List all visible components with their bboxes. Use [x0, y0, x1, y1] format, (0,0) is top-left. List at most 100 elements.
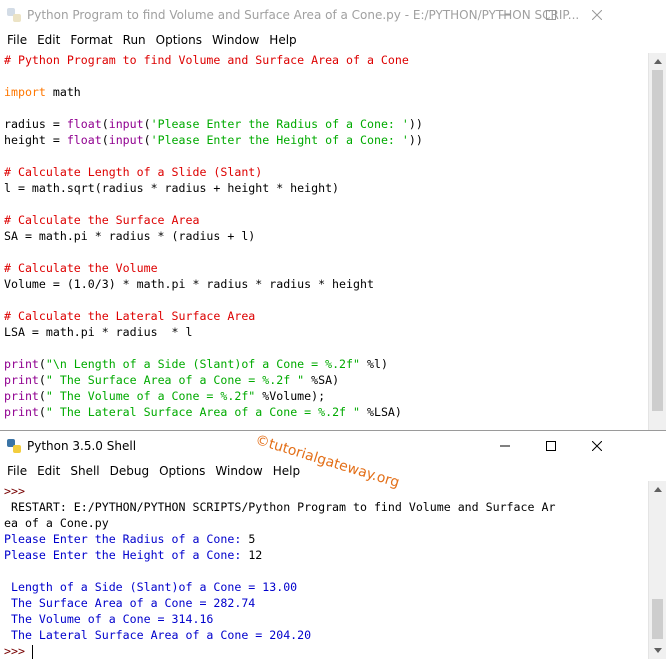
code-line: print(" The Surface Area of a Cone = %.2… — [4, 372, 339, 388]
editor-menubar: File Edit Format Run Options Window Help — [0, 30, 666, 50]
close-icon[interactable] — [574, 0, 620, 30]
code-token: Volume = (1.0/3) * math.pi * radius * ra… — [4, 277, 374, 291]
scroll-up-icon[interactable] — [649, 53, 666, 70]
menu-edit[interactable]: Edit — [32, 33, 65, 47]
code-token: SA = math.pi * radius * (radius + l) — [4, 229, 256, 243]
code-token: height = — [4, 133, 67, 147]
menu-format[interactable]: Format — [65, 33, 117, 47]
maximize-icon[interactable] — [528, 431, 574, 461]
code-token: # Calculate the Lateral Surface Area — [4, 309, 256, 323]
code-line: import math — [4, 84, 81, 100]
menu-help[interactable]: Help — [264, 33, 301, 47]
code-token: Please Enter the Height of a Cone: — [4, 548, 249, 562]
code-token: # Python Program to find Volume and Surf… — [4, 53, 409, 67]
code-token: " The Lateral Surface Area of a Cone = %… — [45, 405, 360, 419]
code-token: %SA) — [304, 373, 340, 387]
menu-window[interactable]: Window — [210, 464, 267, 478]
shell-scroll-thumb[interactable] — [652, 599, 663, 639]
menu-shell[interactable]: Shell — [65, 464, 104, 478]
code-token: print — [4, 405, 39, 419]
minimize-icon[interactable] — [482, 0, 528, 30]
code-token: print — [4, 389, 39, 403]
code-token: The Surface Area of a Cone = 282.74 — [4, 596, 256, 610]
code-line: Volume = (1.0/3) * math.pi * radius * ra… — [4, 276, 374, 292]
menu-window[interactable]: Window — [207, 33, 264, 47]
code-line: height = float(input('Please Enter the H… — [4, 132, 423, 148]
code-token: input — [108, 117, 144, 131]
code-line: >>> — [4, 643, 33, 659]
code-token: ( — [38, 389, 46, 403]
code-token: %Volume); — [255, 389, 326, 403]
scroll-up-icon[interactable] — [649, 481, 666, 498]
code-line: LSA = math.pi * radius * l — [4, 324, 192, 340]
code-token: %LSA) — [360, 405, 402, 419]
code-token: math — [45, 85, 81, 99]
code-token: RESTART: E:/PYTHON/PYTHON SCRIPTS/Python… — [4, 500, 556, 514]
code-token: Length of a Side (Slant)of a Cone = 13.0… — [4, 580, 298, 594]
editor-scroll-thumb[interactable] — [652, 70, 663, 411]
menu-help[interactable]: Help — [268, 464, 305, 478]
code-token: The Volume of a Cone = 314.16 — [4, 612, 214, 626]
shell-window-title: Python 3.5.0 Shell — [27, 439, 137, 453]
menu-file[interactable]: File — [2, 33, 32, 47]
maximize-icon[interactable] — [528, 0, 574, 30]
python-shell-icon — [7, 439, 21, 453]
code-line: RESTART: E:/PYTHON/PYTHON SCRIPTS/Python… — [4, 499, 555, 515]
code-token: )) — [408, 133, 423, 147]
code-token: ( — [143, 133, 151, 147]
code-line: The Surface Area of a Cone = 282.74 — [4, 595, 255, 611]
code-line: >>> — [4, 483, 25, 499]
shell-vertical-scrollbar[interactable] — [648, 481, 666, 659]
code-token: # Calculate Length of a Slide (Slant) — [4, 165, 263, 179]
menu-options[interactable]: Options — [151, 33, 207, 47]
editor-window: Python Program to find Volume and Surfac… — [0, 0, 666, 430]
menu-debug[interactable]: Debug — [105, 464, 154, 478]
code-line: Length of a Side (Slant)of a Cone = 13.0… — [4, 579, 297, 595]
editor-titlebar[interactable]: Python Program to find Volume and Surfac… — [0, 0, 666, 30]
editor-vertical-scrollbar[interactable] — [648, 53, 666, 430]
code-token: float — [66, 117, 102, 131]
code-token: print — [4, 357, 39, 371]
code-token: radius = — [4, 117, 67, 131]
code-line: SA = math.pi * radius * (radius + l) — [4, 228, 255, 244]
text-cursor — [31, 644, 33, 659]
editor-code-area[interactable]: # Python Program to find Volume and Surf… — [0, 53, 649, 430]
code-line: The Lateral Surface Area of a Cone = 204… — [4, 627, 311, 643]
code-token: LSA = math.pi * radius * l — [4, 325, 193, 339]
code-token: %l) — [360, 357, 388, 371]
code-token: 'Please Enter the Height of a Cone: ' — [150, 133, 409, 147]
code-token: " The Surface Area of a Cone = %.2f " — [45, 373, 305, 387]
menu-options[interactable]: Options — [154, 464, 210, 478]
code-line: # Calculate the Lateral Surface Area — [4, 308, 255, 324]
code-token: # Calculate the Surface Area — [4, 213, 200, 227]
code-token: ea of a Cone.py — [4, 516, 109, 530]
code-token: l = math.sqrt(radius * radius + height *… — [4, 181, 340, 195]
code-token: ( — [38, 373, 46, 387]
code-line: radius = float(input('Please Enter the R… — [4, 116, 423, 132]
code-token: >>> — [4, 644, 32, 658]
code-token: ( — [38, 357, 46, 371]
close-icon[interactable] — [574, 431, 620, 461]
menu-run[interactable]: Run — [118, 33, 151, 47]
code-token: ( — [143, 117, 151, 131]
code-line: Please Enter the Radius of a Cone: 5 — [4, 531, 255, 547]
code-token: ( — [101, 133, 109, 147]
code-token: Please Enter the Radius of a Cone: — [4, 532, 249, 546]
scroll-down-icon[interactable] — [649, 642, 666, 659]
menu-edit[interactable]: Edit — [32, 464, 65, 478]
code-line: Please Enter the Height of a Cone: 12 — [4, 547, 262, 563]
code-line: # Python Program to find Volume and Surf… — [4, 53, 409, 68]
code-token: ( — [101, 117, 109, 131]
code-line: # Calculate the Surface Area — [4, 212, 199, 228]
python-app-icon — [7, 8, 21, 22]
code-token: # Calculate the Volume — [4, 261, 158, 275]
code-token: 'Please Enter the Radius of a Cone: ' — [150, 117, 409, 131]
code-line: # Calculate the Volume — [4, 260, 158, 276]
code-token: print — [4, 373, 39, 387]
minimize-icon[interactable] — [482, 431, 528, 461]
code-line: print("\n Length of a Side (Slant)of a C… — [4, 356, 388, 372]
shell-output-area[interactable]: >>> RESTART: E:/PYTHON/PYTHON SCRIPTS/Py… — [0, 481, 649, 659]
code-token: ( — [38, 405, 46, 419]
menu-file[interactable]: File — [2, 464, 32, 478]
code-token: input — [108, 133, 144, 147]
